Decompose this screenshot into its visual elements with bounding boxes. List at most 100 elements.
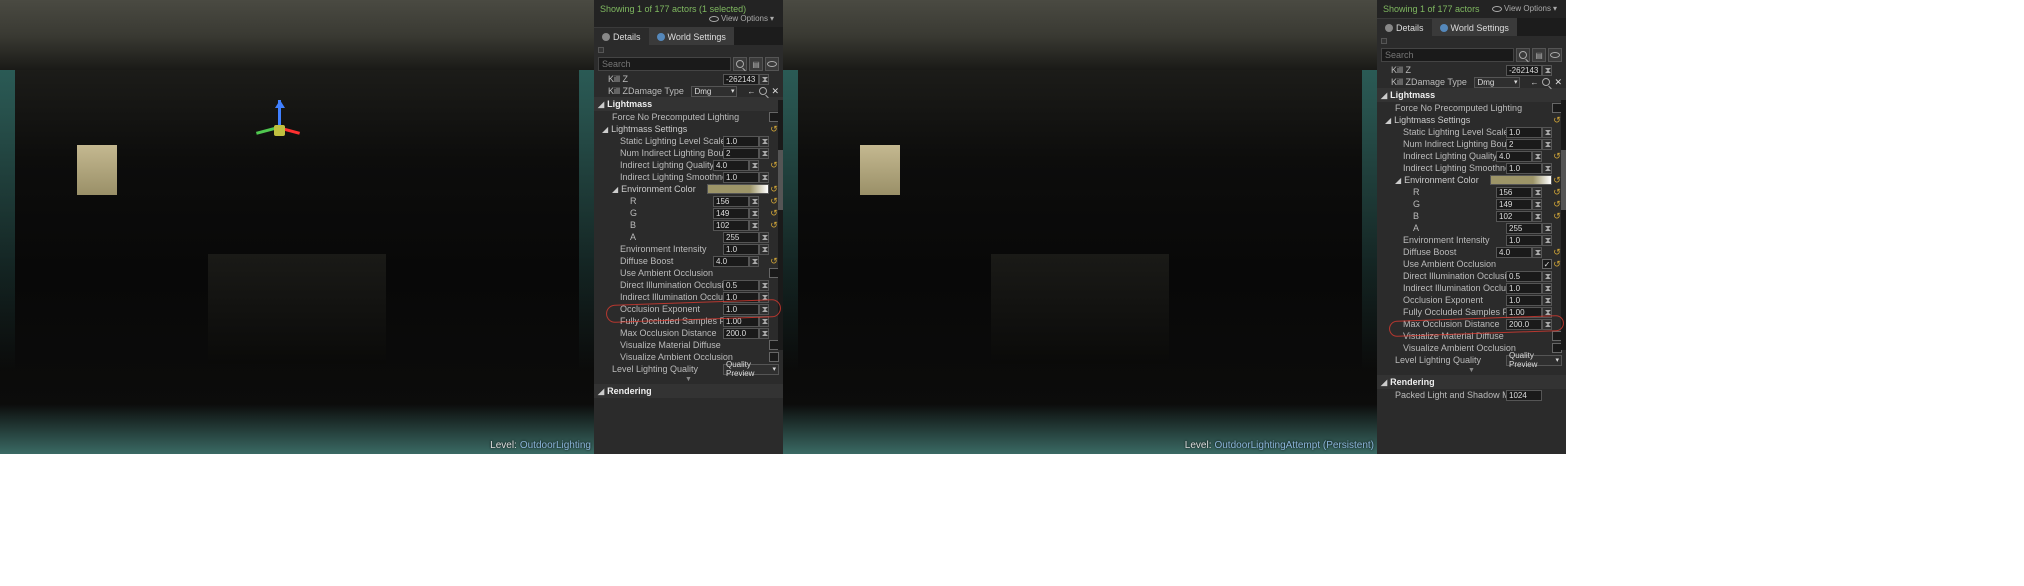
spinner-icon[interactable]: [759, 244, 769, 255]
find-icon[interactable]: [1542, 78, 1550, 86]
fully-occ-input[interactable]: [723, 316, 759, 327]
lightmass-section[interactable]: ◢Lightmass: [594, 97, 783, 111]
smoothness-input[interactable]: [1506, 163, 1542, 174]
browse-icon[interactable]: ←: [1530, 78, 1538, 87]
spinner-icon[interactable]: [749, 256, 759, 267]
spinner-icon[interactable]: [1542, 295, 1552, 306]
spinner-icon[interactable]: [1542, 223, 1552, 234]
spinner-icon[interactable]: [759, 316, 769, 327]
quality-input[interactable]: [713, 160, 749, 171]
spinner-icon[interactable]: [1542, 127, 1552, 138]
fully-occ-input[interactable]: [1506, 307, 1542, 318]
gizmo-center[interactable]: [274, 125, 285, 136]
spinner-icon[interactable]: [1532, 199, 1542, 210]
b-input[interactable]: [713, 220, 749, 231]
diffuse-boost-input[interactable]: [1496, 247, 1532, 258]
search-input[interactable]: [598, 57, 731, 71]
grid-toggle[interactable]: [1377, 36, 1566, 46]
env-intensity-input[interactable]: [723, 244, 759, 255]
spinner-icon[interactable]: [1532, 211, 1542, 222]
viewport-left[interactable]: Level:OutdoorLighting: [0, 0, 594, 454]
a-input[interactable]: [1506, 223, 1542, 234]
spinner-icon[interactable]: [759, 304, 769, 315]
color-swatch[interactable]: [1490, 175, 1552, 185]
view-options-button[interactable]: View Options▾: [1492, 4, 1560, 13]
browse-icon[interactable]: ←: [747, 87, 755, 96]
filter-icon[interactable]: ▤: [1532, 48, 1546, 62]
env-color-header[interactable]: ◢Environment Color↺: [1377, 174, 1566, 186]
spinner-icon[interactable]: [1542, 271, 1552, 282]
property-scroll[interactable]: Kill Z Kill ZDamage TypeDmg←✕ ◢Lightmass…: [1377, 64, 1566, 454]
clear-icon[interactable]: ✕: [1554, 77, 1562, 88]
spinner-icon[interactable]: [1542, 307, 1552, 318]
spinner-icon[interactable]: [749, 196, 759, 207]
level-quality-dropdown[interactable]: Quality Preview: [723, 364, 779, 375]
transform-gizmo[interactable]: [260, 100, 300, 140]
view-options-button[interactable]: View Options▾: [709, 14, 777, 23]
search-icon[interactable]: [1516, 48, 1530, 62]
kill-z-input[interactable]: [723, 74, 759, 85]
scrollbar[interactable]: [1561, 100, 1566, 350]
spinner-icon[interactable]: [1542, 163, 1552, 174]
bounces-input[interactable]: [1506, 139, 1542, 150]
quality-input[interactable]: [1496, 151, 1532, 162]
direct-ao-input[interactable]: [1506, 271, 1542, 282]
diffuse-boost-input[interactable]: [713, 256, 749, 267]
rendering-section[interactable]: ◢Rendering: [594, 384, 783, 398]
spinner-icon[interactable]: [749, 160, 759, 171]
search-input[interactable]: [1381, 48, 1514, 62]
search-icon[interactable]: [733, 57, 747, 71]
spinner-icon[interactable]: [759, 280, 769, 291]
tab-world-settings[interactable]: World Settings: [1432, 18, 1517, 36]
spinner-icon[interactable]: [1542, 319, 1552, 330]
scrollbar-thumb[interactable]: [1561, 150, 1566, 210]
property-scroll[interactable]: Kill Z Kill ZDamage TypeDmg←✕ ◢Lightmass…: [594, 73, 783, 454]
lightmass-section[interactable]: ◢Lightmass: [1377, 88, 1566, 102]
tab-details[interactable]: Details: [1377, 18, 1432, 36]
spinner-icon[interactable]: [1542, 65, 1552, 76]
static-scale-input[interactable]: [723, 136, 759, 147]
g-input[interactable]: [1496, 199, 1532, 210]
direct-ao-input[interactable]: [723, 280, 759, 291]
max-ao-input[interactable]: [723, 328, 759, 339]
viewport-right[interactable]: Level:OutdoorLightingAttempt (Persistent…: [783, 0, 1377, 454]
spinner-icon[interactable]: [759, 136, 769, 147]
find-icon[interactable]: [759, 87, 767, 95]
env-intensity-input[interactable]: [1506, 235, 1542, 246]
level-quality-dropdown[interactable]: Quality Preview: [1506, 355, 1562, 366]
indirect-ao-input[interactable]: [1506, 283, 1542, 294]
tab-world-settings[interactable]: World Settings: [649, 27, 734, 45]
bounces-input[interactable]: [723, 148, 759, 159]
use-ao-checkbox[interactable]: [1542, 259, 1552, 269]
smoothness-input[interactable]: [723, 172, 759, 183]
spinner-icon[interactable]: [759, 328, 769, 339]
spinner-icon[interactable]: [1542, 139, 1552, 150]
max-ao-input[interactable]: [1506, 319, 1542, 330]
spinner-icon[interactable]: [759, 172, 769, 183]
spinner-icon[interactable]: [749, 220, 759, 231]
kill-z-damage-dropdown[interactable]: Dmg: [691, 86, 737, 97]
env-color-header[interactable]: ◢Environment Color↺: [594, 183, 783, 195]
spinner-icon[interactable]: [759, 232, 769, 243]
spinner-icon[interactable]: [1542, 283, 1552, 294]
kill-z-input[interactable]: [1506, 65, 1542, 76]
spinner-icon[interactable]: [1532, 187, 1542, 198]
ao-exp-input[interactable]: [1506, 295, 1542, 306]
grid-toggle[interactable]: [594, 45, 783, 55]
static-scale-input[interactable]: [1506, 127, 1542, 138]
spinner-icon[interactable]: [759, 74, 769, 85]
b-input[interactable]: [1496, 211, 1532, 222]
eye-toggle-icon[interactable]: [1548, 48, 1562, 62]
tab-details[interactable]: Details: [594, 27, 649, 45]
eye-toggle-icon[interactable]: [765, 57, 779, 71]
color-swatch[interactable]: [707, 184, 769, 194]
filter-icon[interactable]: ▤: [749, 57, 763, 71]
rendering-section[interactable]: ◢Rendering: [1377, 375, 1566, 389]
spinner-icon[interactable]: [1542, 235, 1552, 246]
spinner-icon[interactable]: [759, 292, 769, 303]
lightmass-settings-header[interactable]: ◢Lightmass Settings↺: [1377, 114, 1566, 126]
g-input[interactable]: [713, 208, 749, 219]
ao-exp-input[interactable]: [723, 304, 759, 315]
a-input[interactable]: [723, 232, 759, 243]
spinner-icon[interactable]: [759, 148, 769, 159]
